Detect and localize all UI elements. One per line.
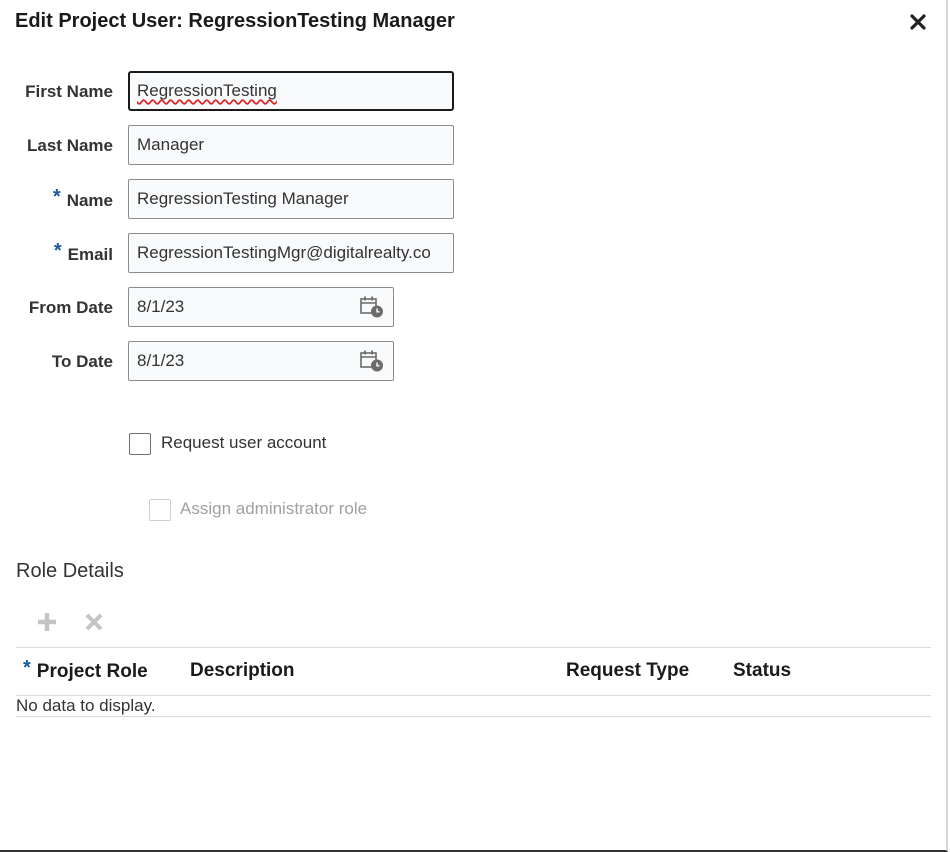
plus-icon[interactable] (33, 608, 61, 636)
email-value: RegressionTestingMgr@digitalrealty.co (137, 243, 431, 262)
required-marker: * (52, 186, 61, 208)
name-field[interactable]: RegressionTesting Manager (128, 179, 454, 219)
edit-project-user-dialog: Edit Project User: RegressionTesting Man… (0, 0, 948, 852)
from-date-label: From Date (28, 298, 113, 317)
to-date-value: 8/1/23 (137, 351, 185, 370)
assign-admin-role-checkbox (149, 499, 171, 521)
email-label: * Email (53, 240, 113, 264)
required-marker: * (53, 240, 62, 262)
column-header-request-type[interactable]: Request Type (566, 660, 689, 682)
column-header-status[interactable]: Status (733, 660, 791, 682)
calendar-icon[interactable] (359, 349, 385, 373)
from-date-field[interactable]: 8/1/23 (128, 287, 394, 327)
x-icon[interactable] (80, 608, 108, 636)
dialog-title: Edit Project User: RegressionTesting Man… (15, 10, 455, 32)
request-user-account-checkbox[interactable] (129, 433, 151, 455)
column-header-project-role[interactable]: * Project Role (23, 657, 148, 683)
close-icon[interactable] (906, 10, 930, 34)
to-date-label: To Date (51, 352, 113, 371)
last-name-value: Manager (137, 135, 205, 154)
table-top-divider (16, 647, 931, 648)
role-details-heading: Role Details (16, 560, 124, 582)
from-date-value: 8/1/23 (137, 297, 185, 316)
first-name-value: RegressionTesting (137, 81, 277, 100)
column-header-description[interactable]: Description (190, 660, 295, 682)
required-marker: * (23, 657, 31, 679)
empty-table-message: No data to display. (16, 696, 156, 715)
table-bottom-divider (16, 716, 931, 717)
name-value: RegressionTesting Manager (137, 189, 349, 208)
first-name-field[interactable]: RegressionTesting (128, 71, 454, 111)
request-user-account-label: Request user account (161, 433, 327, 452)
last-name-label: Last Name (27, 136, 113, 155)
first-name-label: First Name (25, 82, 113, 101)
name-label: * Name (52, 186, 113, 210)
last-name-field[interactable]: Manager (128, 125, 454, 165)
calendar-icon[interactable] (359, 295, 385, 319)
to-date-field[interactable]: 8/1/23 (128, 341, 394, 381)
email-field[interactable]: RegressionTestingMgr@digitalrealty.co (128, 233, 454, 273)
assign-admin-role-label: Assign administrator role (180, 499, 368, 518)
